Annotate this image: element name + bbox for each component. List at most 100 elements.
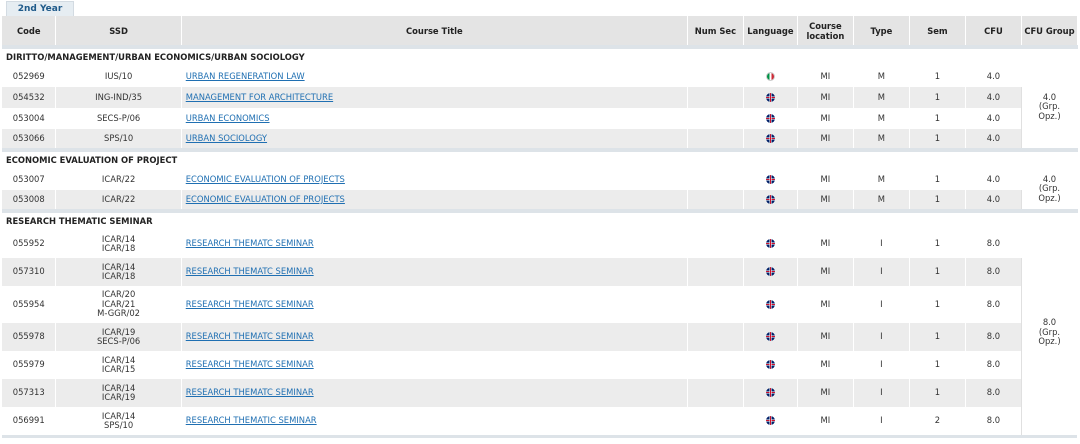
- course-title-link[interactable]: MANAGEMENT FOR ARCHITECTURE: [186, 92, 333, 102]
- table-row: 057313 ICAR/14 ICAR/19 RESEARCH THEMATC SEM…: [2, 379, 1078, 407]
- ssd-value: ICAR/18: [101, 243, 136, 253]
- ssd-value: SPS/10: [104, 420, 134, 430]
- ssd-value: IUS/10: [104, 70, 133, 81]
- course-title-cell: RESEARCH THEMATC SEMINAR: [181, 351, 688, 379]
- location-cell: MI: [797, 230, 854, 258]
- type-cell: M: [853, 129, 910, 150]
- code-cell: 055978: [2, 323, 57, 351]
- course-title-link[interactable]: RESEARCH THEMATC SEMINAR: [186, 238, 314, 249]
- code-cell: 053008: [2, 190, 57, 211]
- code-cell: 057310: [2, 258, 57, 286]
- sem-cell: 1: [909, 230, 966, 258]
- cfu-group-value: (Grp.: [1038, 326, 1061, 337]
- type-cell: I: [853, 323, 910, 351]
- ssd-cell: ICAR/14 ICAR/18: [55, 230, 182, 258]
- header-num-sec: Num Sec: [687, 16, 744, 47]
- cfu-group-value: 8.0: [1042, 317, 1057, 328]
- location-cell: MI: [797, 87, 854, 108]
- type-cell: I: [853, 351, 910, 379]
- course-title-link[interactable]: URBAN ECONOMICS: [186, 113, 270, 123]
- ssd-value: ICAR/22: [101, 173, 136, 184]
- course-title-cell: MANAGEMENT FOR ARCHITECTURE: [181, 87, 688, 108]
- language-cell: [743, 379, 798, 407]
- table-row: 052969 IUS/10 URBAN REGENERATION LAW MI M 1 4.…: [2, 66, 1079, 150]
- cfu-group-value: Opz.): [1038, 192, 1061, 203]
- header-cfu-group: CFU Group: [1021, 16, 1079, 47]
- uk-flag-icon: [765, 416, 775, 426]
- course-title-link[interactable]: RESEARCH THEMATC SEMINAR: [186, 387, 314, 398]
- location-cell: MI: [797, 407, 854, 435]
- tab-2nd-year[interactable]: 2nd Year: [6, 1, 74, 16]
- cfu-cell: 8.0: [965, 351, 1022, 379]
- sem-cell: 1: [909, 351, 966, 379]
- num-sec-cell: [687, 66, 744, 87]
- group-header-row: RESEARCH THEMATIC SEMINAR: [2, 209, 1078, 230]
- type-cell: I: [853, 407, 910, 435]
- language-cell: [743, 169, 798, 190]
- course-table: Code SSD Course Title Num Sec Language C…: [2, 16, 1079, 438]
- num-sec-cell: [687, 230, 744, 258]
- code-cell: 053004: [2, 108, 57, 129]
- table-row: 053007 ICAR/22 ECONOMIC EVALUATION OF PROJ…: [2, 169, 1079, 211]
- num-sec-cell: [687, 351, 744, 379]
- course-title-link[interactable]: RESEARCH THEMATIC SEMINAR: [186, 415, 317, 426]
- group-title: RESEARCH THEMATIC SEMINAR: [2, 209, 1078, 230]
- group-header-row: ECONOMIC EVALUATION OF PROJECT: [2, 148, 1078, 169]
- table-row: 054532 ING-IND/35 MANAGEMENT FOR ARCHITECT…: [2, 87, 1078, 108]
- ssd-cell: ICAR/20 ICAR/21 M-GGR/02: [55, 286, 182, 323]
- location-cell: MI: [797, 286, 854, 323]
- sem-cell: 1: [909, 190, 966, 211]
- course-title-link[interactable]: ECONOMIC EVALUATION OF PROJECTS: [186, 194, 345, 204]
- ssd-value: ING-IND/35: [95, 91, 143, 102]
- ssd-value: ICAR/15: [101, 364, 136, 374]
- ssd-cell: ICAR/14 ICAR/15: [55, 351, 182, 379]
- language-cell: [743, 129, 798, 150]
- table-bottom-border: [2, 435, 1078, 438]
- cfu-cell: 4.0: [965, 108, 1022, 129]
- code-cell: 054532: [2, 87, 57, 108]
- type-cell: I: [853, 230, 910, 258]
- language-cell: [743, 351, 798, 379]
- cfu-cell: 8.0: [965, 258, 1022, 286]
- course-title-link[interactable]: RESEARCH THEMATC SEMINAR: [186, 266, 314, 277]
- group-header-row: DIRITTO/MANAGEMENT/URBAN ECONOMICS/URBAN…: [2, 45, 1078, 66]
- code-cell: 055954: [2, 286, 57, 323]
- course-title-link[interactable]: URBAN REGENERATION LAW: [186, 71, 305, 81]
- bottom-border-cell: [2, 435, 1078, 438]
- ssd-cell: ING-IND/35: [55, 87, 182, 108]
- course-title-link[interactable]: ECONOMIC EVALUATION OF PROJECTS: [186, 174, 345, 184]
- ssd-value: ICAR/14: [101, 410, 136, 421]
- course-title-link[interactable]: RESEARCH THEMATC SEMINAR: [186, 299, 314, 309]
- header-cfu: CFU: [965, 16, 1022, 47]
- code-cell: 055952: [2, 230, 57, 258]
- language-cell: [743, 108, 798, 129]
- language-cell: [743, 258, 798, 286]
- type-cell: M: [853, 169, 910, 190]
- uk-flag-icon: [765, 360, 775, 370]
- ssd-value: SPS/10: [104, 132, 134, 143]
- cfu-group-value: 4.0: [1042, 173, 1057, 184]
- location-cell: MI: [797, 258, 854, 286]
- location-cell: MI: [797, 351, 854, 379]
- course-title-cell: RESEARCH THEMATC SEMINAR: [181, 258, 688, 286]
- table-row: 055979 ICAR/14 ICAR/15 RESEARCH THEMATC SEM…: [2, 351, 1078, 379]
- type-cell: M: [853, 190, 910, 211]
- course-title-link[interactable]: RESEARCH THEMATC SEMINAR: [186, 359, 314, 370]
- ssd-cell: ICAR/22: [55, 169, 182, 190]
- header-type: Type: [853, 16, 910, 47]
- cfu-group-value: Opz.): [1038, 336, 1061, 347]
- table-row: 057310 ICAR/14 ICAR/18 RESEARCH THEMATC SEM…: [2, 258, 1078, 286]
- cfu-cell: 4.0: [965, 169, 1022, 190]
- course-title-cell: ECONOMIC EVALUATION OF PROJECTS: [181, 169, 688, 190]
- sem-cell: 1: [909, 66, 966, 87]
- num-sec-cell: [687, 258, 744, 286]
- sem-cell: 1: [909, 129, 966, 150]
- type-cell: I: [853, 379, 910, 407]
- table-row: 053066 SPS/10 URBAN SOCIOLOGY MI M 1 4.0: [2, 129, 1078, 150]
- sem-cell: 1: [909, 379, 966, 407]
- code-cell: 057313: [2, 379, 57, 407]
- course-title-link[interactable]: URBAN SOCIOLOGY: [186, 133, 267, 143]
- num-sec-cell: [687, 286, 744, 323]
- language-cell: [743, 87, 798, 108]
- course-title-link[interactable]: RESEARCH THEMATC SEMINAR: [186, 331, 314, 342]
